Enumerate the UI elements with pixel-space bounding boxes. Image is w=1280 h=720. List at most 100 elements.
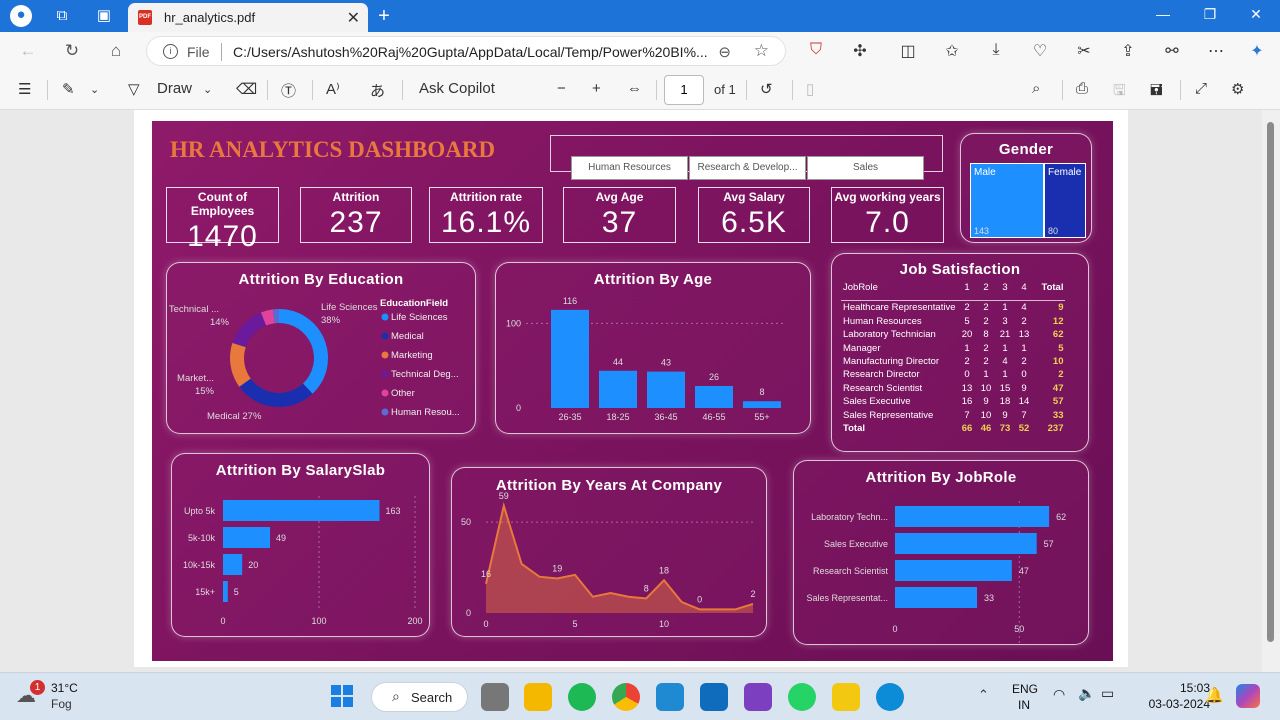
- education-donut-chart: Life Sciences 38% Medical 27% Market... 15% T…: [169, 298, 460, 422]
- copilot-taskbar-icon[interactable]: [1236, 684, 1260, 708]
- slicer-research-development[interactable]: Research & Develop...: [689, 156, 806, 180]
- table-cell: 1: [1002, 302, 1008, 314]
- home-icon[interactable]: ⌂: [105, 41, 127, 61]
- tab-hr-analytics[interactable]: PDF hr_analytics.pdf ✕: [128, 3, 368, 32]
- translate-icon[interactable]: あ: [370, 80, 385, 101]
- table-row[interactable]: Research Scientist 13 10 15 9 47: [841, 382, 1065, 395]
- favorite-star-icon[interactable]: ☆: [754, 41, 769, 61]
- back-icon[interactable]: ←: [17, 41, 39, 61]
- chrome-icon[interactable]: [612, 683, 640, 711]
- table-row[interactable]: Total 66 46 73 52 237: [841, 422, 1065, 435]
- table-row[interactable]: Human Resources 5 2 3 2 12: [841, 315, 1065, 328]
- table-row[interactable]: Manager 1 2 1 1 5: [841, 342, 1065, 355]
- copilot-icon[interactable]: ✦: [1246, 41, 1268, 61]
- collections-icon[interactable]: ⚯: [1161, 41, 1183, 61]
- zoom-icon[interactable]: ⊖: [718, 43, 731, 61]
- downloads-icon[interactable]: ⤓: [985, 41, 1007, 59]
- erase-icon[interactable]: ⌫: [236, 80, 257, 98]
- lang-top[interactable]: ENG: [1012, 682, 1038, 696]
- scrollbar[interactable]: [1262, 110, 1280, 672]
- draw-icon[interactable]: ▽: [128, 80, 140, 98]
- highlight-dropdown-icon[interactable]: ⌄: [90, 83, 99, 96]
- clock-date[interactable]: 03-03-2024: [1132, 697, 1210, 711]
- zoom-in-icon[interactable]: +: [592, 80, 601, 97]
- table-row[interactable]: Research Director 0 1 1 0 2: [841, 368, 1065, 381]
- more-menu-icon[interactable]: ⋯: [1205, 41, 1227, 61]
- table-row[interactable]: Manufacturing Director 2 2 4 2 10: [841, 355, 1065, 368]
- clock-time[interactable]: 15:03: [1150, 681, 1210, 695]
- js-header-cell: 4: [1021, 282, 1027, 293]
- power-bi-icon[interactable]: [832, 683, 860, 711]
- file-explorer-icon[interactable]: [524, 683, 552, 711]
- highlight-icon[interactable]: ✎: [62, 80, 75, 98]
- refresh-icon[interactable]: ↻: [61, 41, 83, 61]
- table-cell: 20: [961, 329, 973, 341]
- tab-actions-icon[interactable]: ▣: [94, 6, 114, 26]
- extensions-icon[interactable]: ✣: [849, 41, 871, 61]
- battery-icon[interactable]: ▭: [1101, 685, 1114, 702]
- wifi-icon[interactable]: ◠: [1053, 686, 1065, 703]
- lang-bottom[interactable]: IN: [1012, 698, 1036, 712]
- slicer-human-resources[interactable]: Human Resources: [571, 156, 688, 180]
- close-window-icon[interactable]: ✕: [1241, 6, 1271, 23]
- scrollbar-thumb[interactable]: [1267, 122, 1274, 642]
- url-field[interactable]: i File C:/Users/Ashutosh%20Raj%20Gupta/A…: [146, 36, 786, 66]
- table-row[interactable]: Sales Representative 7 10 9 7 33: [841, 409, 1065, 422]
- table-row[interactable]: Healthcare Representative 2 2 1 4 9: [841, 300, 1066, 315]
- restore-icon[interactable]: ❐: [1195, 6, 1225, 23]
- split-screen-icon[interactable]: ◫: [897, 41, 919, 61]
- vscode-icon[interactable]: [656, 683, 684, 711]
- weather-temp[interactable]: 31°C: [51, 681, 78, 695]
- draw-dropdown-icon[interactable]: ⌄: [203, 83, 212, 96]
- browser-essentials-icon[interactable]: ♡: [1029, 41, 1051, 61]
- read-aloud-icon[interactable]: A⁾: [326, 80, 340, 98]
- whatsapp-icon[interactable]: [788, 683, 816, 711]
- taskbar-search[interactable]: ⌕ Search: [371, 682, 468, 712]
- settings-gear-icon[interactable]: ⚙: [1231, 80, 1244, 98]
- ublock-icon[interactable]: ⛉: [805, 41, 827, 59]
- volume-icon[interactable]: 🔈: [1078, 685, 1095, 702]
- contents-icon[interactable]: ☰: [18, 80, 31, 98]
- notifications-bell-icon[interactable]: 🔔: [1205, 686, 1224, 704]
- draw-button[interactable]: Draw: [157, 80, 192, 97]
- weather-desc[interactable]: Fog: [51, 697, 72, 711]
- gender-male-block[interactable]: Male 143: [970, 163, 1044, 238]
- search-icon[interactable]: ⌕: [1032, 80, 1040, 97]
- task-view-icon[interactable]: [481, 683, 509, 711]
- share-icon[interactable]: ⇪: [1117, 41, 1139, 61]
- page-view-icon[interactable]: ▯: [806, 80, 814, 98]
- toolbar-divider: [47, 80, 48, 100]
- fit-width-icon[interactable]: ⇔: [627, 80, 642, 97]
- print-icon[interactable]: ⎙: [1076, 80, 1088, 97]
- ask-copilot-button[interactable]: Ask Copilot: [419, 80, 495, 97]
- zoom-out-icon[interactable]: −: [557, 80, 566, 97]
- slicer-sales[interactable]: Sales: [807, 156, 924, 180]
- outlook-icon[interactable]: [700, 683, 728, 711]
- fullscreen-icon[interactable]: ⤢: [1195, 80, 1207, 97]
- table-row[interactable]: Sales Executive 16 9 18 14 57: [841, 395, 1065, 408]
- visual-studio-icon[interactable]: [744, 683, 772, 711]
- rotate-icon[interactable]: ↺: [760, 80, 773, 98]
- page-number-input[interactable]: 1: [664, 75, 704, 105]
- close-tab-icon[interactable]: ✕: [347, 8, 360, 28]
- gender-female-block[interactable]: Female 80: [1044, 163, 1086, 238]
- profile-icon[interactable]: ●: [10, 5, 32, 27]
- salary-bar-chart: 0 100 200 Upto 5k 163 5k-10k 49 10k-15k 20 15k+ 5: [183, 496, 423, 626]
- edge-icon[interactable]: [876, 683, 904, 711]
- screenshot-icon[interactable]: ✂: [1073, 41, 1095, 61]
- minimize-icon[interactable]: —: [1148, 6, 1178, 22]
- job-satisfaction-card: Job Satisfaction JobRole 1 2 3 4 Total Healthc…: [831, 253, 1089, 452]
- new-tab-icon[interactable]: +: [374, 6, 394, 26]
- data-label: 116: [563, 296, 577, 306]
- table-row[interactable]: Laboratory Technician 20 8 21 13 62: [841, 328, 1065, 341]
- spotify-icon[interactable]: [568, 683, 596, 711]
- workspaces-icon[interactable]: ⧉: [52, 6, 72, 26]
- save-as-icon[interactable]: 🖬: [1150, 80, 1163, 105]
- windows-start-icon[interactable]: [331, 685, 353, 707]
- show-hidden-icons[interactable]: ⌃: [978, 687, 989, 703]
- add-text-icon[interactable]: Ⓣ: [281, 80, 296, 101]
- info-icon[interactable]: i: [163, 44, 178, 59]
- url-text[interactable]: C:/Users/Ashutosh%20Raj%20Gupta/AppData/…: [233, 44, 708, 60]
- favorites-icon[interactable]: ✩: [941, 41, 963, 61]
- save-icon[interactable]: 🖫: [1113, 80, 1126, 105]
